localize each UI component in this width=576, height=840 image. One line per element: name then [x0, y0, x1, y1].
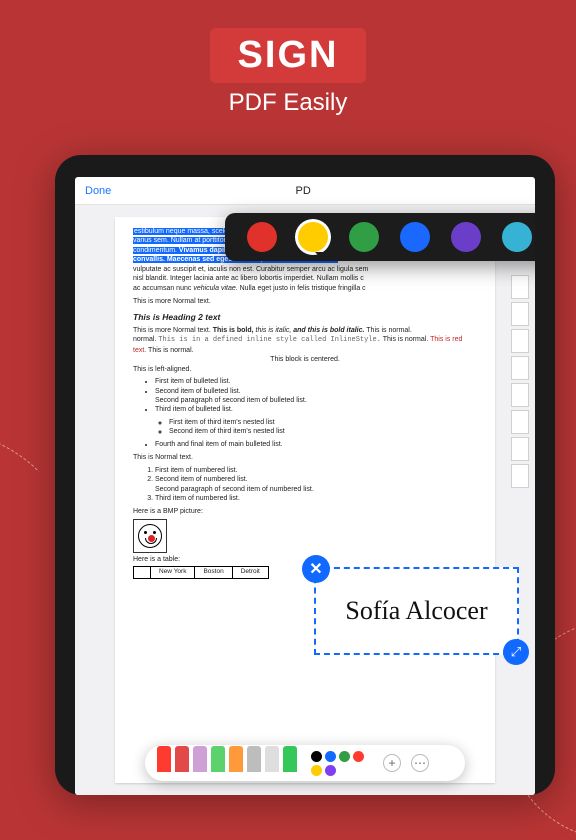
tablet-frame: Done PD estibulum neque massa, scelerisq… — [55, 155, 555, 795]
centered-block: This block is centered. — [133, 355, 477, 364]
page-canvas[interactable]: estibulum neque massa, scelerisque sit a… — [75, 205, 535, 795]
thumbnail[interactable] — [511, 302, 529, 326]
document-sheet: estibulum neque massa, scelerisque sit a… — [115, 217, 495, 783]
color-swatch[interactable] — [502, 222, 532, 252]
page-thumbnails[interactable] — [511, 275, 531, 488]
close-icon[interactable]: ✕ — [302, 555, 330, 583]
paragraph: This is more Normal text. — [133, 297, 477, 306]
bmp-image — [133, 519, 167, 553]
color-grid — [311, 751, 373, 776]
more-button[interactable]: ⋯ — [411, 754, 429, 772]
color-dot[interactable] — [325, 751, 336, 762]
thumbnail[interactable] — [511, 383, 529, 407]
hero-badge: SIGN — [210, 28, 367, 83]
color-palette-popover — [225, 213, 535, 261]
hero-banner: SIGN PDF Easily — [0, 0, 576, 117]
thumbnail[interactable] — [511, 329, 529, 353]
app-screen: Done PD estibulum neque massa, scelerisq… — [75, 177, 535, 795]
numbered-list: First item of numbered list. Second item… — [155, 466, 477, 504]
top-bar: Done PD — [75, 177, 535, 205]
color-swatch[interactable] — [400, 222, 430, 252]
add-tool-button[interactable]: + — [383, 754, 401, 772]
pen-tool[interactable] — [283, 746, 297, 772]
color-swatch[interactable] — [349, 222, 379, 252]
color-swatch[interactable] — [451, 222, 481, 252]
thumbnail[interactable] — [511, 464, 529, 488]
hero-title: SIGN — [238, 34, 339, 77]
thumbnail[interactable] — [511, 275, 529, 299]
hero-subtitle: PDF Easily — [0, 89, 576, 117]
signature-box[interactable]: ✕ Sofía Alcocer ⤢ — [314, 567, 519, 655]
thumbnail[interactable] — [511, 356, 529, 380]
pen-tool[interactable] — [247, 746, 261, 772]
sample-table: New YorkBostonDetroit — [133, 566, 269, 579]
heading-2: This is Heading 2 text — [133, 312, 477, 323]
color-dot[interactable] — [311, 765, 322, 776]
color-dot[interactable] — [325, 765, 336, 776]
thumbnail[interactable] — [511, 437, 529, 461]
document-title: PD — [81, 185, 525, 197]
bmp-label: Here is a BMP picture: — [133, 507, 477, 516]
bulleted-list: First item of bulleted list. Second item… — [155, 377, 477, 449]
paragraph: This is Normal text. — [133, 453, 477, 462]
pen-tool[interactable] — [211, 746, 225, 772]
paragraph: This is left-aligned. — [133, 365, 477, 374]
pen-tool[interactable] — [193, 746, 207, 772]
pen-tool[interactable] — [157, 746, 171, 772]
thumbnail[interactable] — [511, 410, 529, 434]
resize-handle-icon[interactable]: ⤢ — [503, 639, 529, 665]
pen-tool[interactable] — [265, 746, 279, 772]
paragraph: This is more Normal text. This is bold, … — [133, 326, 477, 355]
color-swatch[interactable] — [298, 222, 328, 252]
pen-tool[interactable] — [175, 746, 189, 772]
color-dot[interactable] — [353, 751, 364, 762]
pen-tool[interactable] — [229, 746, 243, 772]
signature-text: Sofía Alcocer — [345, 596, 487, 626]
color-swatch[interactable] — [247, 222, 277, 252]
color-dot[interactable] — [311, 751, 322, 762]
color-dot[interactable] — [339, 751, 350, 762]
markup-toolbar: + ⋯ — [145, 745, 465, 781]
